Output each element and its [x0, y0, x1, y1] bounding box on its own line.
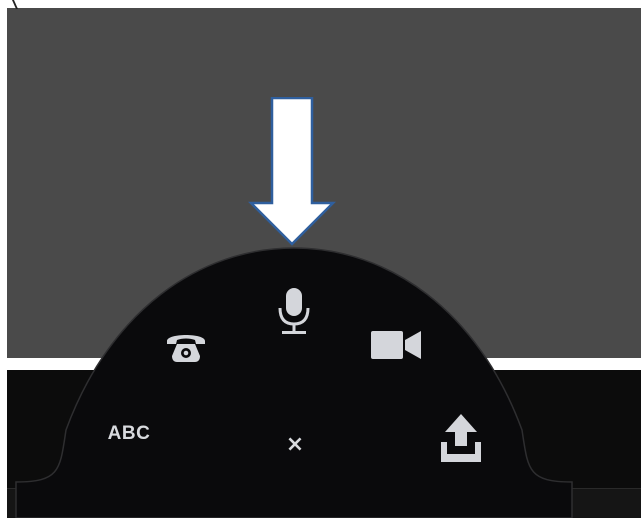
microphone-button[interactable]: [270, 284, 318, 344]
upload-icon: [441, 414, 481, 462]
microphone-icon: [278, 288, 310, 334]
close-button[interactable]: ×: [279, 428, 311, 460]
video-button[interactable]: [368, 325, 424, 365]
keyboard-abc-button[interactable]: ABC: [96, 420, 162, 448]
pointer-arrow-icon: [248, 97, 336, 246]
video-camera-icon: [371, 331, 421, 359]
upload-button[interactable]: [436, 410, 486, 466]
phone-button[interactable]: [162, 326, 210, 368]
phone-icon: [167, 335, 205, 362]
